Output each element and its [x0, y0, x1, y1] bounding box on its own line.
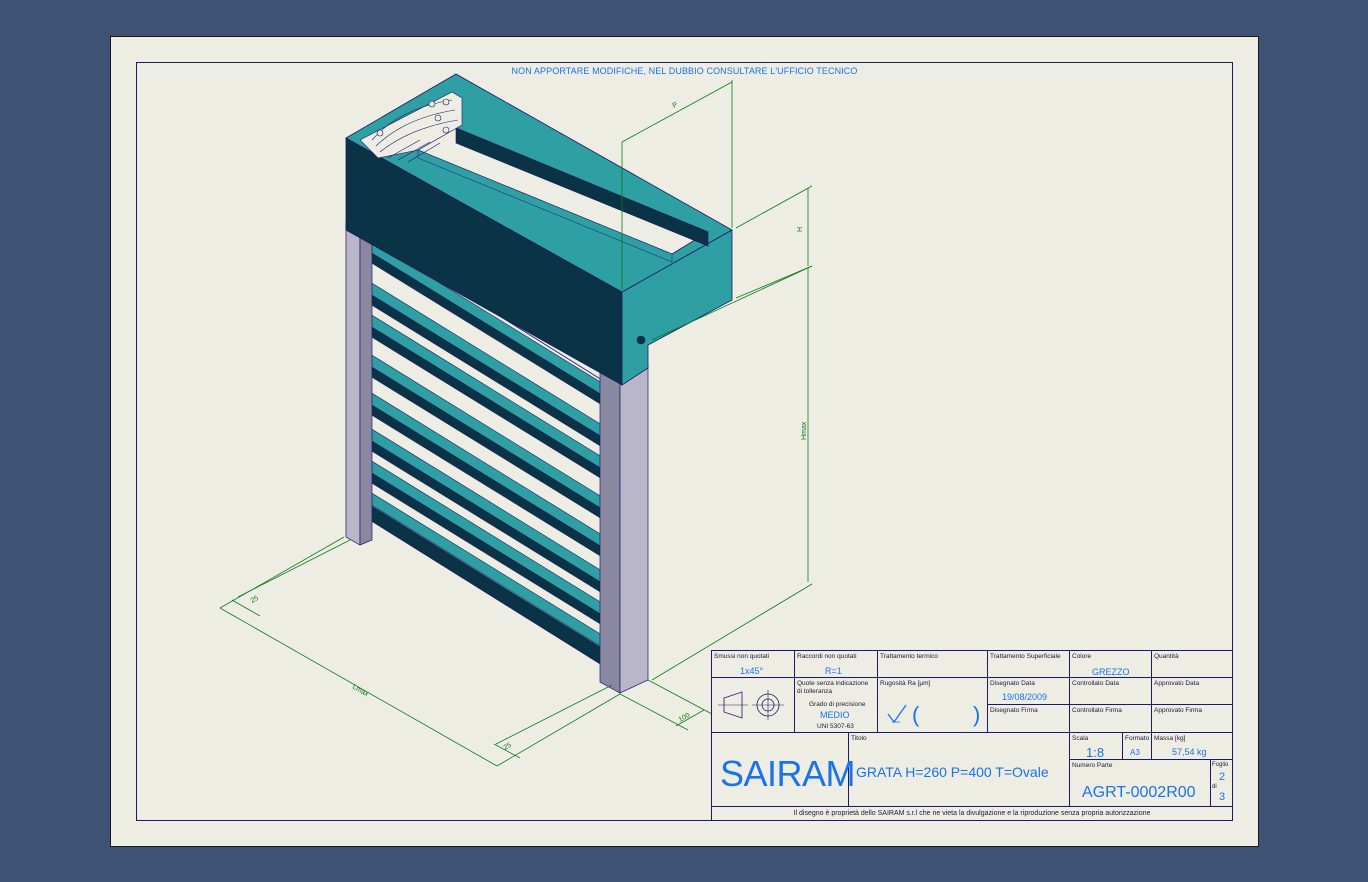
right-post-front: [599, 367, 621, 694]
rugosita-cell: Rugosità Ra [µm] ( ): [878, 678, 988, 733]
quantita-cell: Quantità: [1152, 651, 1232, 678]
raccordi-cell: Raccordi non quotati R=1: [795, 651, 878, 678]
title-block: Smussi non quotati 1x45° Raccordi non qu…: [711, 650, 1233, 821]
company-logo: SAIRAM: [720, 753, 856, 794]
titolo-cell: Titolo GRATA H=260 P=400 T=Ovale: [849, 733, 1070, 807]
dim-right-label: 25: [503, 742, 513, 752]
roughness-check-icon: [887, 704, 907, 724]
dim-p-label: P: [672, 101, 680, 110]
dim-post-label: 100: [678, 712, 692, 724]
dim-hmax-label: Hmax: [801, 421, 808, 440]
projection-symbol-cell: [712, 678, 795, 733]
grate-model: [345, 73, 733, 694]
controllato-firma-cell: Controllato Firma: [1070, 705, 1152, 733]
pivot-hole: [636, 335, 646, 345]
left-post-side: [359, 223, 373, 546]
first-angle-projection-icon: [718, 690, 784, 720]
ownership-footer: Il disegno è proprietà dello SAIRAM s.r.…: [793, 810, 1151, 817]
scala-cell: Scala 1:8: [1070, 733, 1123, 760]
disegnato-firma-cell: Disegnato Firma: [988, 705, 1070, 733]
controllato-data-cell: Controllato Data: [1070, 678, 1152, 705]
smussi-cell: Smussi non quotati 1x45°: [712, 651, 795, 678]
approvato-data-cell: Approvato Data: [1152, 678, 1232, 705]
trattamento-termico-cell: Trattamento termico: [878, 651, 988, 678]
numero-parte-cell: Numero Parte AGRT-0002R00: [1070, 760, 1211, 807]
quote-cell: Quote senza indicazione di tolleranza Gr…: [795, 678, 878, 733]
right-post-side: [619, 364, 649, 694]
formato-cell: Formato A3: [1123, 733, 1152, 760]
foglio-cell: Foglio 2 di 3: [1211, 760, 1232, 807]
massa-cell: Massa [kg] 57,54 kg: [1152, 733, 1232, 760]
dim-lmax-label: Lmax: [351, 684, 370, 699]
disegnato-data-cell: Disegnato Data 19/08/2009: [988, 678, 1070, 705]
approvato-firma-cell: Approvato Firma: [1152, 705, 1232, 733]
company-logo-cell: SAIRAM: [712, 733, 856, 807]
trattamento-superficiale-cell: Trattamento Superficiale: [988, 651, 1070, 678]
dim-h-label: H: [797, 227, 804, 232]
dim-left-label: 25: [250, 595, 260, 605]
colore-cell: Colore GREZZO: [1070, 651, 1152, 678]
left-post: [345, 221, 361, 546]
